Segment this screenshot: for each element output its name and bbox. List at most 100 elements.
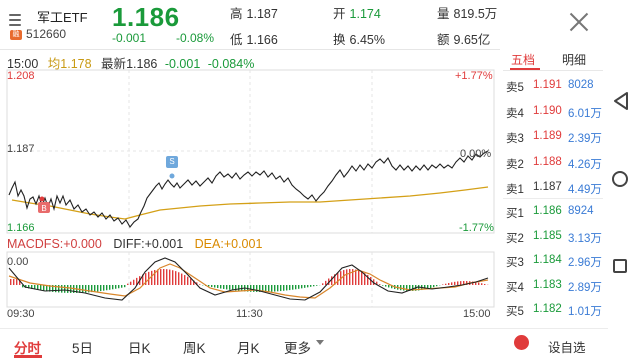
price-change-pct: -0.08% bbox=[176, 31, 215, 45]
y-axis-bottom-pct: -1.77% bbox=[459, 222, 494, 234]
orderbook-volume: 3.13万 bbox=[568, 232, 602, 245]
macd-bar bbox=[457, 281, 459, 285]
orderbook-row[interactable]: 卖1 1.187 4.49万 bbox=[506, 181, 602, 199]
orderbook-row[interactable]: 买4 1.183 2.89万 bbox=[506, 279, 602, 297]
buy-marker-label: B bbox=[41, 204, 47, 213]
macd-bar bbox=[289, 285, 291, 291]
macd-bar bbox=[211, 285, 213, 287]
macd-bar bbox=[118, 285, 120, 289]
macd-bar bbox=[442, 284, 444, 285]
orderbook-level-label: 卖2 bbox=[506, 158, 524, 171]
back-icon[interactable] bbox=[613, 92, 629, 110]
macd-bar bbox=[292, 285, 294, 290]
orderbook-price: 1.183 bbox=[533, 278, 562, 291]
tab-more[interactable]: 更多 bbox=[284, 337, 311, 357]
macd-bar bbox=[70, 285, 72, 293]
macd-bar bbox=[403, 285, 405, 291]
macd-bar bbox=[238, 285, 240, 291]
macd-bar bbox=[127, 283, 129, 285]
macd-bar bbox=[103, 285, 105, 291]
orderbook-level-label: 卖3 bbox=[506, 133, 524, 145]
orderbook-level-label: 买2 bbox=[506, 232, 524, 245]
orderbook-row[interactable]: 买2 1.185 3.13万 bbox=[506, 230, 602, 248]
macd-bar bbox=[163, 269, 165, 285]
macd-bar bbox=[448, 283, 450, 285]
tab-week-k[interactable]: 周K bbox=[183, 337, 206, 357]
tab-five-day[interactable]: 5日 bbox=[72, 337, 93, 357]
y-axis-mid-pct: 0.00% bbox=[460, 148, 492, 160]
add-favorite-button[interactable]: 设自选 bbox=[548, 337, 586, 356]
macd-bar bbox=[343, 270, 345, 285]
macd-zero-label: 0.00 bbox=[7, 256, 29, 268]
y-axis-mid-price: 1.187 bbox=[7, 143, 35, 155]
chevron-down-icon[interactable] bbox=[316, 340, 324, 345]
close-icon[interactable] bbox=[569, 12, 589, 32]
macd-bar bbox=[379, 284, 381, 285]
orderbook-row[interactable]: 卖3 1.189 2.39万 bbox=[506, 130, 602, 148]
open-stat: 开 1.174 bbox=[333, 7, 381, 21]
orderbook-row[interactable]: 买5 1.182 1.01万 bbox=[506, 303, 602, 321]
orderbook-row[interactable]: 卖4 1.190 6.01万 bbox=[506, 105, 602, 123]
tab-day-k[interactable]: 日K bbox=[128, 337, 151, 357]
macd-bar bbox=[100, 285, 102, 292]
macd-bar bbox=[454, 281, 456, 285]
macd-bar bbox=[214, 285, 216, 288]
macd-bar bbox=[313, 285, 315, 287]
macd-bar bbox=[484, 283, 486, 285]
macd-bar bbox=[130, 281, 132, 285]
orderbook-price: 1.190 bbox=[533, 104, 562, 117]
macd-bar bbox=[481, 283, 483, 285]
recent-apps-icon[interactable] bbox=[613, 259, 627, 273]
macd-bar bbox=[181, 273, 183, 285]
menu-icon[interactable] bbox=[6, 9, 24, 27]
macd-bar bbox=[322, 283, 324, 285]
orderbook-row[interactable]: 卖2 1.188 4.26万 bbox=[506, 156, 602, 174]
orderbook-volume: 4.26万 bbox=[568, 158, 602, 171]
x-axis-start: 09:30 bbox=[7, 308, 35, 320]
macd-bar bbox=[10, 279, 12, 285]
add-favorite-icon[interactable] bbox=[514, 335, 529, 350]
orderbook-row[interactable]: 买1 1.186 8924 bbox=[506, 205, 602, 223]
orderbook-price: 1.182 bbox=[533, 303, 562, 315]
header-divider bbox=[0, 49, 500, 50]
tab-details[interactable]: 明细 bbox=[562, 51, 586, 68]
macd-bar bbox=[82, 285, 84, 293]
tab-month-k[interactable]: 月K bbox=[237, 337, 260, 357]
orderbook-volume: 8028 bbox=[568, 79, 594, 91]
intraday-chart[interactable] bbox=[0, 64, 500, 324]
macd-bar bbox=[316, 285, 318, 286]
tab-intraday[interactable]: 分时 bbox=[14, 337, 41, 357]
high-stat: 高 1.187 bbox=[230, 7, 278, 21]
orderbook-price: 1.185 bbox=[533, 229, 562, 242]
orderbook-volume: 6.01万 bbox=[568, 107, 602, 120]
orderbook-row[interactable]: 买3 1.184 2.96万 bbox=[506, 254, 602, 272]
macd-bar bbox=[382, 285, 384, 286]
tab-intraday-indicator bbox=[14, 355, 42, 358]
macd-bar bbox=[310, 285, 312, 287]
macd-bar bbox=[157, 269, 159, 285]
macd-bar bbox=[115, 285, 117, 289]
macd-bar bbox=[286, 285, 288, 291]
orderbook-row[interactable]: 卖5 1.191 8028 bbox=[506, 79, 602, 97]
tab-five-levels[interactable]: 五档 bbox=[511, 51, 535, 68]
orderbook-price: 1.184 bbox=[533, 254, 562, 266]
orderbook-level-label: 卖1 bbox=[506, 184, 524, 196]
macd-bar bbox=[298, 285, 300, 289]
macd-bar bbox=[223, 285, 225, 289]
macd-bar bbox=[361, 271, 363, 285]
macd-bar bbox=[346, 269, 348, 285]
orderbook-level-label: 买1 bbox=[506, 208, 524, 220]
macd-bar bbox=[67, 285, 69, 293]
macd-bar bbox=[43, 285, 45, 291]
macd-bar bbox=[301, 285, 303, 289]
macd-legend: MACDFS:+0.000 DIFF:+0.001 DEA:+0.001 bbox=[7, 237, 263, 251]
macd-bar bbox=[433, 285, 435, 288]
orderbook-level-label: 买3 bbox=[506, 257, 524, 269]
sell-marker-label: S bbox=[169, 157, 175, 166]
orderbook-mid-divider bbox=[503, 198, 603, 199]
orderbook-level-label: 买5 bbox=[506, 306, 524, 318]
y-axis-top-pct: +1.77% bbox=[455, 70, 493, 82]
macd-bar bbox=[280, 285, 282, 292]
home-icon[interactable] bbox=[612, 171, 628, 187]
macd-bar bbox=[166, 269, 168, 285]
